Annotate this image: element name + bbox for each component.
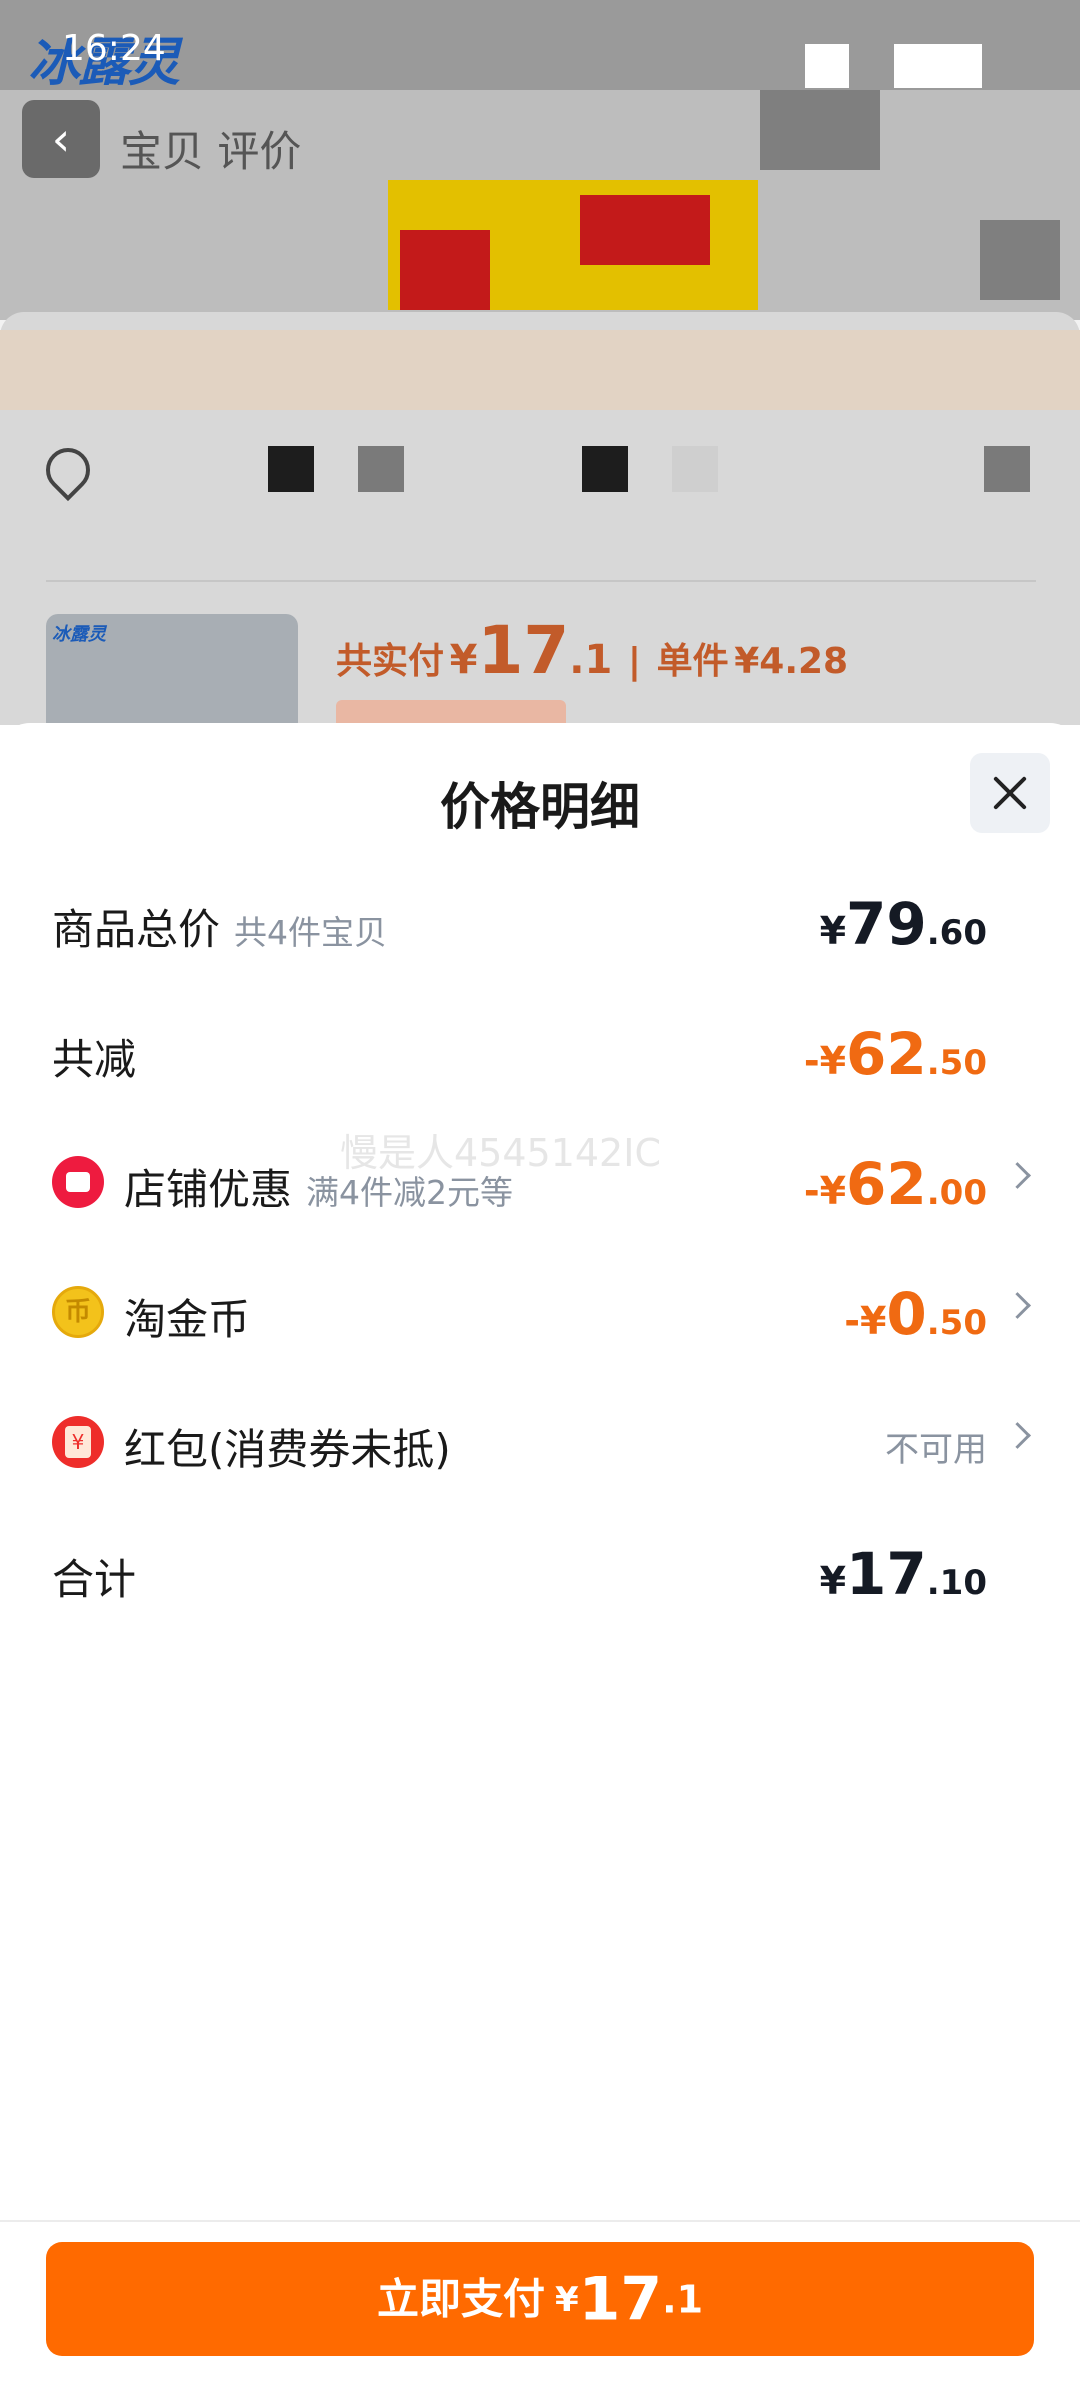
chevron-left-icon: ‹ [22,100,100,178]
discount-amount: -¥62.50 [803,1020,987,1088]
row-label: 商品总价 共4件宝贝 [52,905,388,954]
row-shop-discount[interactable]: 店铺优惠 满4件减2元等 -¥62.00 [52,1150,1031,1220]
chevron-right-icon [1004,1422,1031,1449]
shop-discount-amount: -¥62.00 [803,1150,987,1218]
background-price: 共实付 ¥17.1 | 单件 ¥4.28 [336,612,849,689]
footer-divider [0,2220,1080,2222]
row-label: 共减 [52,1035,137,1084]
row-sum: 合计 ¥17.10 [52,1540,1027,1610]
row-label: 淘金币 [124,1295,251,1344]
background-page: 冰露灵 16:24 ‹ 宝贝 评价 冰露灵 共实付 ¥17.1 | 单件 ¥4.… [0,0,1080,725]
pay-now-button[interactable]: 立即支付 ¥17.1 [46,2242,1034,2356]
status-time: 16:24 [62,28,166,69]
red-packet-status: 不可用 [885,1430,987,1470]
row-label: 店铺优惠 满4件减2元等 [124,1165,514,1214]
row-total-price: 商品总价 共4件宝贝 ¥79.60 [52,890,1027,960]
sum-amount: ¥17.10 [819,1540,987,1608]
total-amount: ¥79.60 [819,890,987,958]
item-count: 共4件宝贝 [234,913,388,952]
shop-coupon-icon [52,1156,104,1208]
chevron-right-icon [1004,1162,1031,1189]
close-icon[interactable] [970,753,1050,833]
gold-coin-icon: 币 [52,1286,104,1338]
background-discount-tag [336,700,566,725]
row-total-discount: 共减 -¥62.50 [52,1020,1027,1090]
row-label: 合计 [52,1555,137,1604]
chevron-right-icon [1004,1292,1031,1319]
background-status-bar: 冰露灵 16:24 [0,0,1080,93]
row-label: 红包(消费券未抵) [124,1425,451,1474]
product-thumbnail-logo: 冰露灵 [52,624,106,645]
row-red-packet[interactable]: 红包(消费券未抵) 不可用 [52,1410,1031,1480]
sheet-title: 价格明细 [440,778,640,836]
red-packet-icon [52,1416,104,1468]
background-tab-text: 宝贝 评价 [120,127,302,176]
shop-discount-rule: 满4件减2元等 [306,1173,514,1212]
row-gold-coins[interactable]: 币 淘金币 -¥0.50 [52,1280,1031,1350]
coin-discount-amount: -¥0.50 [844,1280,987,1348]
